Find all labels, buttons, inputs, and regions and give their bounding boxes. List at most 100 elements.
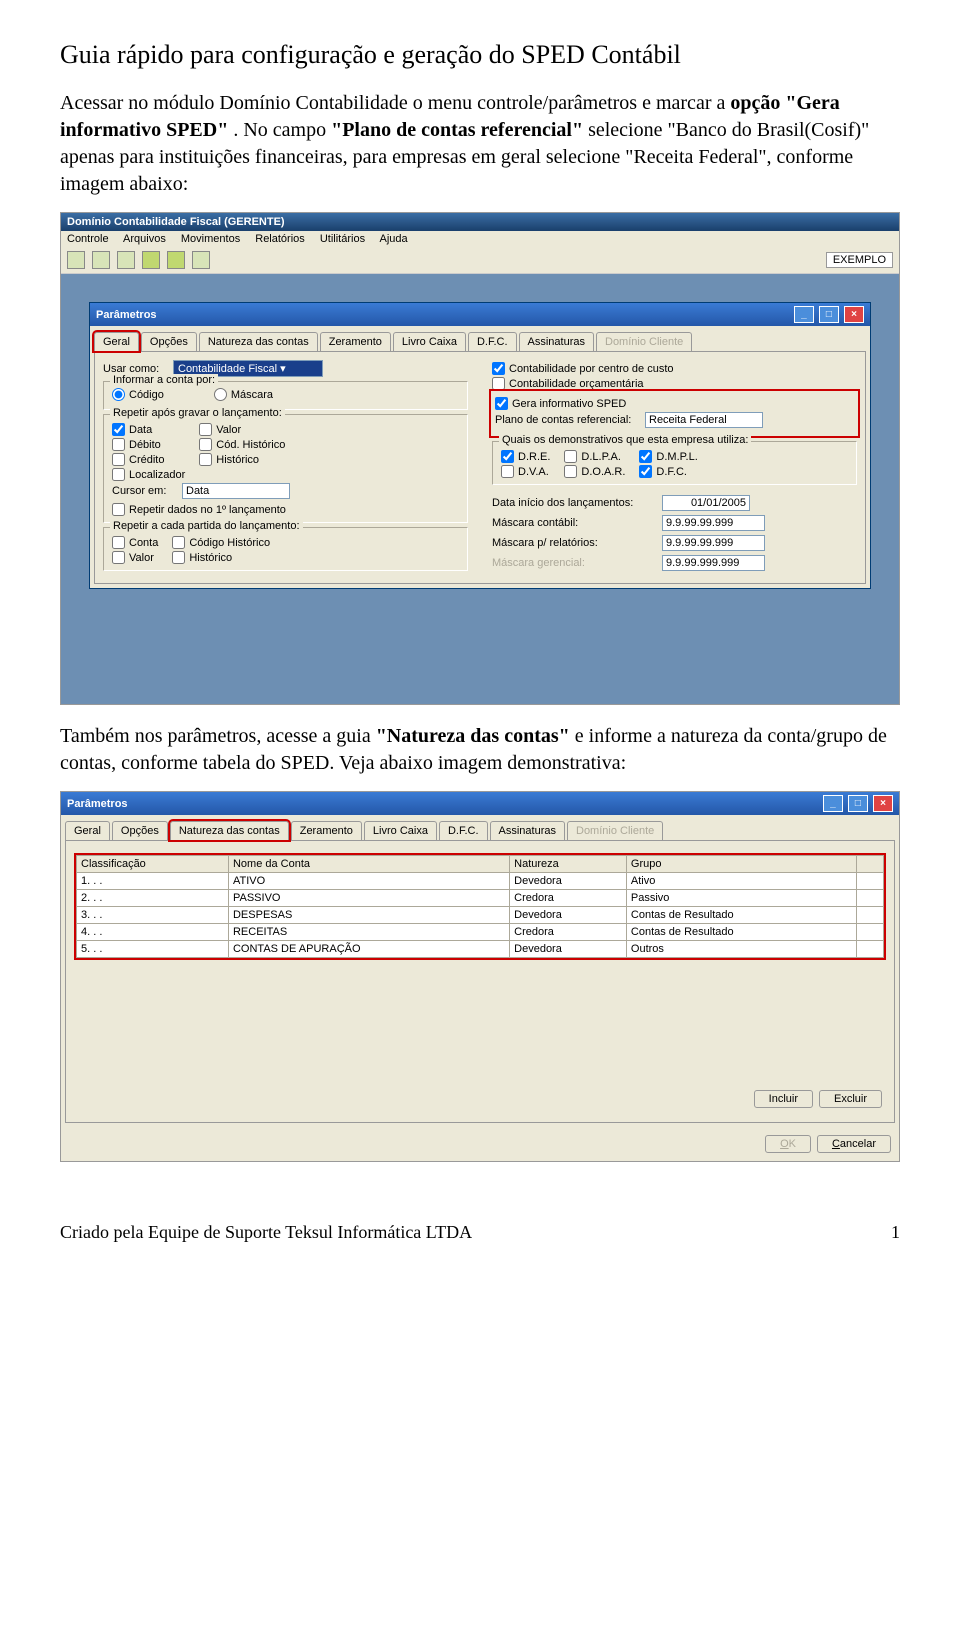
menu-utilitarios[interactable]: Utilitários (320, 233, 365, 245)
chk-data[interactable]: Data (112, 423, 185, 436)
chk-repetir-primeiro[interactable]: Repetir dados no 1º lançamento (112, 503, 459, 516)
chk-dva[interactable]: D.V.A. (501, 465, 550, 478)
tab-livro-caixa[interactable]: Livro Caixa (364, 821, 437, 840)
text: Também nos parâmetros, acesse a guia (60, 725, 376, 747)
chk-dfc[interactable]: D.F.C. (639, 465, 697, 478)
tab-zeramento[interactable]: Zeramento (291, 821, 362, 840)
menu-arquivos[interactable]: Arquivos (123, 233, 166, 245)
radio-codigo[interactable]: Código (112, 388, 164, 401)
natureza-table: Classificação Nome da Conta Natureza Gru… (76, 855, 884, 958)
menu-relatorios[interactable]: Relatórios (255, 233, 305, 245)
menu-movimentos[interactable]: Movimentos (181, 233, 240, 245)
chk-hist2[interactable]: Histórico (172, 551, 270, 564)
chk-doar[interactable]: D.O.A.R. (564, 465, 625, 478)
maximize-icon[interactable]: □ (819, 306, 839, 323)
col-classificacao[interactable]: Classificação (77, 856, 229, 873)
chk-centro-custo[interactable]: Contabilidade por centro de custo (492, 362, 857, 375)
chk-codhist2[interactable]: Código Histórico (172, 536, 270, 549)
page-title: Guia rápido para configuração e geração … (60, 40, 900, 70)
chk-gera-sped[interactable]: Gera informativo SPED (495, 397, 854, 410)
toolbar-icon[interactable] (117, 251, 135, 269)
tab-dfc[interactable]: D.F.C. (439, 821, 488, 840)
masc-rel-field[interactable]: 9.9.99.99.999 (662, 535, 765, 551)
table-row[interactable]: 1. . .ATIVODevedoraAtivo (77, 873, 884, 890)
chk-valor[interactable]: Valor (199, 423, 285, 436)
menu-controle[interactable]: Controle (67, 233, 109, 245)
excluir-button[interactable]: Excluir (819, 1090, 882, 1108)
tab-livro-caixa[interactable]: Livro Caixa (393, 332, 466, 351)
cancelar-button[interactable]: Cancelar (817, 1135, 891, 1153)
data-inicio-label: Data início dos lançamentos: (492, 497, 662, 509)
chk-conta[interactable]: Conta (112, 536, 158, 549)
col-natureza[interactable]: Natureza (510, 856, 627, 873)
col-grupo[interactable]: Grupo (626, 856, 856, 873)
col-nome[interactable]: Nome da Conta (228, 856, 509, 873)
masc-cont-field[interactable]: 9.9.99.99.999 (662, 515, 765, 531)
tab-geral[interactable]: Geral (94, 332, 139, 351)
toolbar: EXEMPLO (61, 247, 899, 274)
chk-debito[interactable]: Débito (112, 438, 185, 451)
toolbar-icon[interactable] (167, 251, 185, 269)
masc-ger-field[interactable]: 9.9.99.999.999 (662, 555, 765, 571)
masc-ger-label: Máscara gerencial: (492, 557, 662, 569)
tab-geral[interactable]: Geral (65, 821, 110, 840)
close-icon[interactable]: × (873, 795, 893, 812)
tab-dominio-cliente: Domínio Cliente (596, 332, 692, 351)
chk-valor2[interactable]: Valor (112, 551, 158, 564)
tab-dfc[interactable]: D.F.C. (468, 332, 517, 351)
table-header-row: Classificação Nome da Conta Natureza Gru… (77, 856, 884, 873)
grp-repetir: Repetir após gravar o lançamento: (110, 407, 285, 419)
tabs: Geral Opções Natureza das contas Zeramen… (61, 815, 899, 840)
close-icon[interactable]: × (844, 306, 864, 323)
toolbar-icon[interactable] (192, 251, 210, 269)
toolbar-icon[interactable] (67, 251, 85, 269)
plano-field[interactable]: Receita Federal (645, 412, 763, 428)
tab-zeramento[interactable]: Zeramento (320, 332, 391, 351)
plano-label: Plano de contas referencial: (495, 414, 645, 426)
ok-button: OOKK (765, 1135, 811, 1153)
chk-credito[interactable]: Crédito (112, 453, 185, 466)
tab-opcoes[interactable]: Opções (141, 332, 197, 351)
tab-natureza[interactable]: Natureza das contas (170, 821, 289, 840)
text: . No campo (233, 119, 331, 141)
screenshot-2: Parâmetros _ □ × Geral Opções Natureza d… (60, 791, 900, 1162)
paragraph-1: Acessar no módulo Domínio Contabilidade … (60, 90, 900, 198)
cursor-field[interactable]: Data (182, 483, 290, 499)
tabs: Geral Opções Natureza das contas Zeramen… (90, 326, 870, 351)
text-bold: "Plano de contas referencial" (331, 119, 583, 141)
data-inicio-field[interactable]: 01/01/2005 (662, 495, 750, 511)
table-row[interactable]: 2. . .PASSIVOCredoraPassivo (77, 890, 884, 907)
table-row[interactable]: 3. . .DESPESASDevedoraContas de Resultad… (77, 907, 884, 924)
grp-partida: Repetir a cada partida do lançamento: (110, 520, 303, 532)
chk-dmpl[interactable]: D.M.P.L. (639, 450, 697, 463)
table-row[interactable]: 4. . .RECEITASCredoraContas de Resultado (77, 924, 884, 941)
masc-rel-label: Máscara p/ relatórios: (492, 537, 662, 549)
tab-assinaturas[interactable]: Assinaturas (519, 332, 594, 351)
toolbar-icon[interactable] (92, 251, 110, 269)
natureza-table-highlight: Classificação Nome da Conta Natureza Gru… (74, 853, 886, 960)
menubar[interactable]: Controle Arquivos Movimentos Relatórios … (61, 231, 899, 247)
chk-dlpa[interactable]: D.L.P.A. (564, 450, 625, 463)
tab-assinaturas[interactable]: Assinaturas (490, 821, 565, 840)
table-row[interactable]: 5. . .CONTAS DE APURAÇÃODevedoraOutros (77, 941, 884, 958)
chk-historico[interactable]: Histórico (199, 453, 285, 466)
masc-cont-label: Máscara contábil: (492, 517, 662, 529)
grp-informar: Informar a conta por: (110, 374, 218, 386)
chk-codhist[interactable]: Cód. Histórico (199, 438, 285, 451)
toolbar-icon[interactable] (142, 251, 160, 269)
tab-opcoes[interactable]: Opções (112, 821, 168, 840)
radio-mascara[interactable]: Máscara (214, 388, 273, 401)
grp-demon: Quais os demonstrativos que esta empresa… (499, 434, 751, 446)
chk-dre[interactable]: D.R.E. (501, 450, 550, 463)
tab-natureza[interactable]: Natureza das contas (199, 332, 318, 351)
maximize-icon[interactable]: □ (848, 795, 868, 812)
chk-localizador[interactable]: Localizador (112, 468, 185, 481)
minimize-icon[interactable]: _ (794, 306, 814, 323)
minimize-icon[interactable]: _ (823, 795, 843, 812)
menu-ajuda[interactable]: Ajuda (380, 233, 408, 245)
screenshot-1: Domínio Contabilidade Fiscal (GERENTE) C… (60, 212, 900, 705)
chk-orcamentaria[interactable]: Contabilidade orçamentária (492, 377, 857, 390)
incluir-button[interactable]: Incluir (754, 1090, 813, 1108)
window-title: Parâmetros (67, 798, 128, 810)
tab-dominio-cliente: Domínio Cliente (567, 821, 663, 840)
